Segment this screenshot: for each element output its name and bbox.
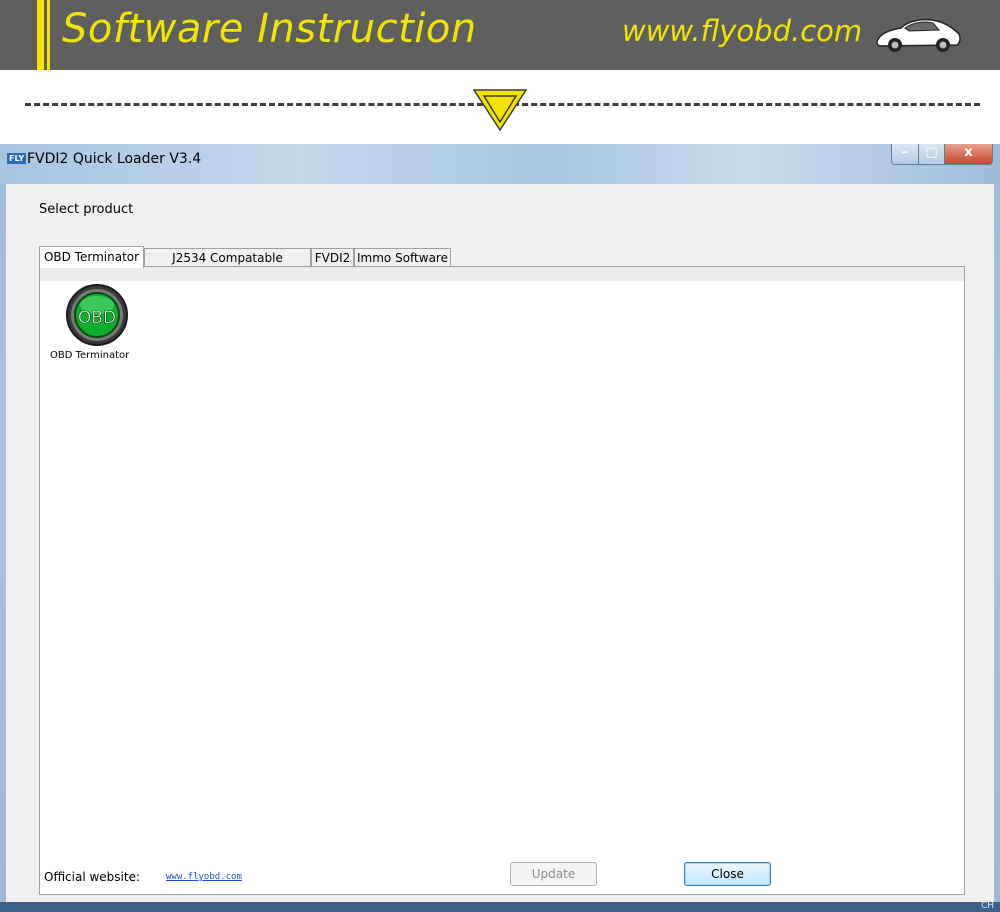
car-icon bbox=[876, 18, 961, 52]
window-client-area: Select product OBD Terminator J2534 Comp… bbox=[6, 184, 994, 902]
banner-url: www.flyobd.com bbox=[622, 14, 863, 48]
obd-icon[interactable]: OBD bbox=[65, 283, 129, 347]
minimize-button[interactable]: – bbox=[891, 144, 919, 165]
official-website-link[interactable]: www.flyobd.com bbox=[166, 872, 242, 882]
taskbar-strip: CH bbox=[0, 901, 1000, 912]
language-indicator[interactable]: CH bbox=[981, 901, 994, 911]
tab-j2534-software[interactable]: J2534 Compatable Software bbox=[144, 248, 311, 283]
title-bar[interactable]: FLY FVDI2 Quick Loader V3.4 – □ x bbox=[0, 144, 1000, 184]
select-product-label: Select product bbox=[39, 202, 134, 217]
window-title: FVDI2 Quick Loader V3.4 bbox=[27, 151, 202, 167]
panel-header-strip bbox=[40, 267, 964, 281]
banner-accent-bar-thin bbox=[47, 0, 50, 70]
product-item-obd-terminator[interactable]: OBD OBD Terminator bbox=[50, 283, 140, 361]
product-label: OBD Terminator bbox=[50, 350, 130, 361]
tab-obd-terminator[interactable]: OBD Terminator bbox=[39, 246, 144, 268]
close-button[interactable]: Close bbox=[684, 862, 771, 886]
app-window: FLY FVDI2 Quick Loader V3.4 – □ x Select… bbox=[0, 144, 1000, 912]
maximize-button[interactable]: □ bbox=[918, 144, 945, 165]
tab-immo-software[interactable]: Immo Software bbox=[354, 248, 451, 266]
official-website-label: Official website: bbox=[44, 870, 141, 884]
close-window-button[interactable]: x bbox=[944, 144, 993, 165]
down-triangle-icon bbox=[472, 89, 528, 132]
minimize-icon: – bbox=[901, 145, 909, 160]
banner-title: Software Instruction bbox=[62, 6, 477, 52]
tab-fvdi2[interactable]: FVDI2 bbox=[311, 248, 354, 266]
close-icon: x bbox=[964, 145, 973, 160]
app-logo-icon: FLY bbox=[7, 153, 27, 164]
banner-accent-bar bbox=[37, 0, 44, 70]
header-banner: Software Instruction www.flyobd.com bbox=[0, 0, 1000, 70]
product-panel: OBD OBD Terminator bbox=[39, 266, 965, 895]
update-button[interactable]: Update bbox=[510, 862, 597, 886]
maximize-icon: □ bbox=[925, 145, 938, 160]
obd-icon-text: OBD bbox=[78, 308, 116, 328]
